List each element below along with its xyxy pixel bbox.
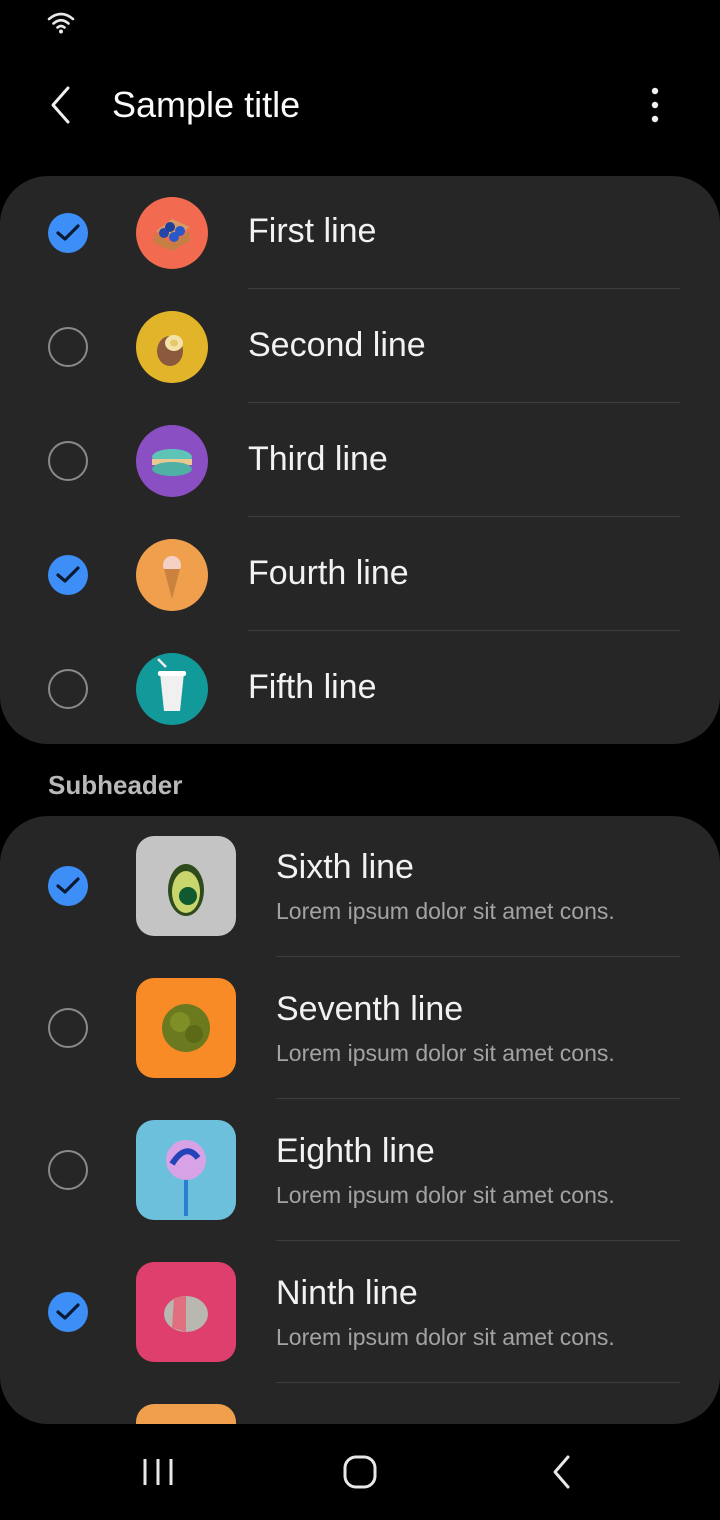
- page-title: Sample title: [112, 84, 301, 125]
- check-icon: [56, 566, 80, 583]
- check-icon: [56, 1303, 80, 1320]
- check-icon: [56, 224, 80, 241]
- list-item-label: Fourth line: [248, 554, 409, 592]
- list-item[interactable]: Ninth line Lorem ipsum dolor sit amet co…: [0, 1242, 720, 1384]
- check-icon: [56, 877, 80, 894]
- list-item-subtitle: Lorem ipsum dolor sit amet cons.: [276, 1324, 615, 1350]
- list-item-label: Third line: [248, 440, 388, 478]
- list-item-title: Sixth line: [276, 848, 414, 886]
- home-button[interactable]: [330, 1444, 390, 1500]
- list-item[interactable]: First line: [0, 176, 720, 290]
- subheader: Subheader: [48, 770, 183, 800]
- list-item-title: Seventh line: [276, 990, 464, 1028]
- back-icon: [553, 1455, 570, 1489]
- navigation-bar: [0, 1424, 720, 1520]
- list-item-subtitle: Lorem ipsum dolor sit amet cons.: [276, 1182, 615, 1208]
- list-item-label: Second line: [248, 326, 426, 364]
- recents-button[interactable]: [128, 1444, 188, 1500]
- avocado-icon: [136, 836, 236, 936]
- divider: [276, 1098, 680, 1099]
- list-item-title: Ninth line: [276, 1274, 418, 1312]
- list-item-label: First line: [248, 212, 377, 250]
- egg-carton-icon: [136, 197, 208, 269]
- list-item[interactable]: [0, 1384, 720, 1424]
- macaron-icon: [136, 425, 208, 497]
- divider: [248, 630, 680, 631]
- list-item-title: Eighth line: [276, 1132, 435, 1170]
- list-card-2: Sixth line Lorem ipsum dolor sit amet co…: [0, 816, 720, 1424]
- divider: [276, 1382, 680, 1383]
- stone-icon: [136, 1262, 236, 1362]
- drink-cup-icon: [136, 653, 208, 725]
- list-item-subtitle: Lorem ipsum dolor sit amet cons.: [276, 898, 615, 924]
- food-icon: [136, 1404, 236, 1424]
- list-item[interactable]: Third line: [0, 404, 720, 518]
- divider: [248, 516, 680, 517]
- more-options-button[interactable]: [630, 80, 680, 130]
- kiwi-icon: [136, 311, 208, 383]
- list-card-1: First line Second line Third line Fourth…: [0, 176, 720, 744]
- more-vertical-icon: [651, 87, 659, 123]
- checkbox-unchecked[interactable]: [48, 669, 88, 709]
- divider: [276, 956, 680, 957]
- nav-back-button[interactable]: [532, 1444, 592, 1500]
- list-item[interactable]: Second line: [0, 290, 720, 404]
- ice-cream-icon: [136, 539, 208, 611]
- divider: [248, 402, 680, 403]
- checkbox-checked[interactable]: [48, 1292, 88, 1332]
- checkbox-checked[interactable]: [48, 213, 88, 253]
- list-item-subtitle: Lorem ipsum dolor sit amet cons.: [276, 1040, 615, 1066]
- status-bar: [0, 0, 720, 48]
- checkbox-checked[interactable]: [48, 555, 88, 595]
- divider: [248, 288, 680, 289]
- list-item[interactable]: Fifth line: [0, 632, 720, 744]
- lollipop-icon: [136, 1120, 236, 1220]
- list-item[interactable]: Sixth line Lorem ipsum dolor sit amet co…: [0, 816, 720, 958]
- list-item[interactable]: Eighth line Lorem ipsum dolor sit amet c…: [0, 1100, 720, 1242]
- checkbox-checked[interactable]: [48, 866, 88, 906]
- divider: [276, 1240, 680, 1241]
- chevron-left-icon: [51, 86, 70, 124]
- list-item[interactable]: Fourth line: [0, 518, 720, 632]
- checkbox-unchecked[interactable]: [48, 441, 88, 481]
- list-item[interactable]: Seventh line Lorem ipsum dolor sit amet …: [0, 958, 720, 1100]
- home-icon: [343, 1455, 377, 1489]
- back-button[interactable]: [36, 80, 86, 130]
- recents-icon: [143, 1459, 173, 1485]
- list-item-label: Fifth line: [248, 668, 377, 706]
- wifi-icon: [47, 12, 75, 34]
- moss-ball-icon: [136, 978, 236, 1078]
- checkbox-unchecked[interactable]: [48, 327, 88, 367]
- app-bar: Sample title: [0, 60, 720, 150]
- checkbox-unchecked[interactable]: [48, 1150, 88, 1190]
- checkbox-unchecked[interactable]: [48, 1008, 88, 1048]
